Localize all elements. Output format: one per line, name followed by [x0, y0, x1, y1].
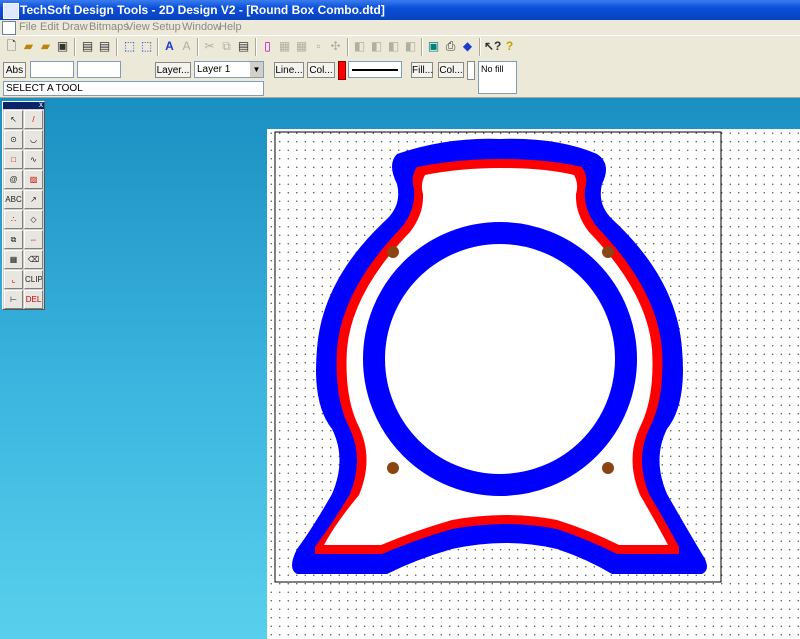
fillet-tool[interactable]: ⌞ — [4, 270, 23, 289]
main-toolbar: 🗋 ▰ ▰ ▣ ▤ ▤ ⬚ ⬚ A A ✂ ⧉ ▤ ▯ ▦ ▦ ▫ ✣ ◧ ◧ … — [0, 35, 800, 60]
print-icon[interactable]: ▤ — [97, 39, 112, 54]
copy-icon[interactable]: ⧉ — [219, 39, 234, 54]
menu-edit[interactable]: Edit — [40, 21, 59, 33]
coord-x-field[interactable] — [30, 61, 74, 78]
copy-tool[interactable]: ⧉ — [4, 230, 23, 249]
line-button[interactable]: Line... — [274, 62, 304, 78]
menu-window[interactable]: Window — [182, 21, 221, 33]
pattern-tool[interactable]: ▦ — [4, 250, 23, 269]
layer-2-icon[interactable]: ◧ — [369, 39, 384, 54]
text-size-up-icon[interactable]: A — [162, 39, 177, 54]
menu-view[interactable]: View — [126, 21, 150, 33]
dimension-tool[interactable]: ↗ — [24, 190, 43, 209]
fill-color-swatch — [467, 61, 475, 80]
close-icon[interactable]: x — [39, 100, 43, 109]
open-icon[interactable]: ▰ — [21, 39, 36, 54]
menu-bar: File Edit Draw Bitmaps View Setup Window… — [0, 20, 800, 35]
mounting-hole — [602, 462, 614, 474]
coord-y-field[interactable] — [77, 61, 121, 78]
snap-icon[interactable]: ▦ — [294, 39, 309, 54]
menu-help[interactable]: Help — [219, 21, 242, 33]
hatch-tool[interactable]: ▨ — [24, 170, 43, 189]
layer-1-icon[interactable]: ◧ — [352, 39, 367, 54]
mirror-icon[interactable]: ✣ — [328, 39, 343, 54]
text-tool[interactable]: ABC — [4, 190, 23, 209]
points-tool[interactable]: ∴ — [4, 210, 23, 229]
offset-tool[interactable]: @ — [4, 170, 23, 189]
curve-tool[interactable]: ∿ — [24, 150, 43, 169]
tool-palette: x ↖/⊙◡□∿@▨ABC↗∴◇⧉⇔▦⌫⌞CLIP⊢DEL ANY — [2, 100, 45, 310]
circle-tool[interactable]: ⊙ — [4, 130, 23, 149]
layer-4-icon[interactable]: ◧ — [403, 39, 418, 54]
menu-file[interactable]: File — [19, 21, 37, 33]
drawing-svg — [274, 131, 722, 583]
fill-button[interactable]: Fill... — [411, 62, 433, 78]
chevron-down-icon[interactable]: ▼ — [250, 62, 263, 77]
menu-draw[interactable]: Draw — [62, 21, 88, 33]
menu-bitmaps[interactable]: Bitmaps — [89, 21, 129, 33]
fill-preview: No fill — [478, 61, 517, 94]
select-frame-icon[interactable]: ▯ — [260, 39, 275, 54]
3d-view-icon[interactable]: ◆ — [460, 39, 475, 54]
measure-tool[interactable]: ⊢ — [4, 290, 23, 309]
layer-3-icon[interactable]: ◧ — [386, 39, 401, 54]
mounting-hole — [602, 246, 614, 258]
open-folder-icon[interactable]: ▰ — [38, 39, 53, 54]
mounting-hole — [387, 462, 399, 474]
printer-icon[interactable]: ⎙ — [443, 39, 458, 54]
menu-setup[interactable]: Setup — [152, 21, 181, 33]
delete-any-tool[interactable]: DEL ANY — [24, 290, 43, 309]
new-icon[interactable]: 🗋 — [4, 39, 19, 54]
line-color-button[interactable]: Col... — [307, 62, 335, 78]
text-size-down-icon[interactable]: A — [179, 39, 194, 54]
zoom-icon[interactable]: ⬚ — [122, 39, 137, 54]
rectangle-tool[interactable]: □ — [4, 150, 23, 169]
zoom-fit-icon[interactable]: ⬚ — [139, 39, 154, 54]
layer-select-value: Layer 1 — [197, 64, 231, 75]
rotate-icon[interactable]: ▫ — [311, 39, 326, 54]
line-style-select[interactable] — [348, 61, 402, 78]
paste-icon[interactable]: ▤ — [236, 39, 251, 54]
print-setup-icon[interactable]: ▤ — [80, 39, 95, 54]
help-icon[interactable]: ? — [502, 39, 517, 54]
screen-icon[interactable]: ▣ — [426, 39, 441, 54]
window-title: TechSoft Design Tools - 2D Design V2 - [… — [20, 3, 385, 17]
layer-button[interactable]: Layer... — [155, 62, 191, 78]
help-pointer-icon[interactable]: ↖? — [484, 39, 501, 54]
line-tool[interactable]: / — [24, 110, 43, 129]
document-icon[interactable] — [2, 21, 16, 35]
title-bar: TechSoft Design Tools - 2D Design V2 - [… — [0, 0, 800, 20]
align-tool[interactable]: ⇔ — [24, 230, 43, 249]
select-arrow-tool[interactable]: ↖ — [4, 110, 23, 129]
grid-icon[interactable]: ▦ — [277, 39, 292, 54]
trim-tool[interactable]: ◇ — [24, 210, 43, 229]
line-color-swatch — [338, 61, 346, 80]
fill-color-button[interactable]: Col... — [438, 62, 464, 78]
eraser-tool[interactable]: ⌫ — [24, 250, 43, 269]
mounting-hole — [387, 246, 399, 258]
app-icon[interactable] — [3, 3, 19, 19]
status-field: SELECT A TOOL — [3, 81, 264, 96]
save-icon[interactable]: ▣ — [55, 39, 70, 54]
clip-tool[interactable]: CLIP — [24, 270, 43, 289]
cut-icon[interactable]: ✂ — [202, 39, 217, 54]
layer-select[interactable]: Layer 1 ▼ — [194, 61, 264, 78]
palette-title-bar[interactable]: x — [3, 100, 44, 109]
arc-tool[interactable]: ◡ — [24, 130, 43, 149]
abs-button[interactable]: Abs — [3, 62, 26, 78]
drawing-canvas[interactable] — [267, 129, 800, 639]
